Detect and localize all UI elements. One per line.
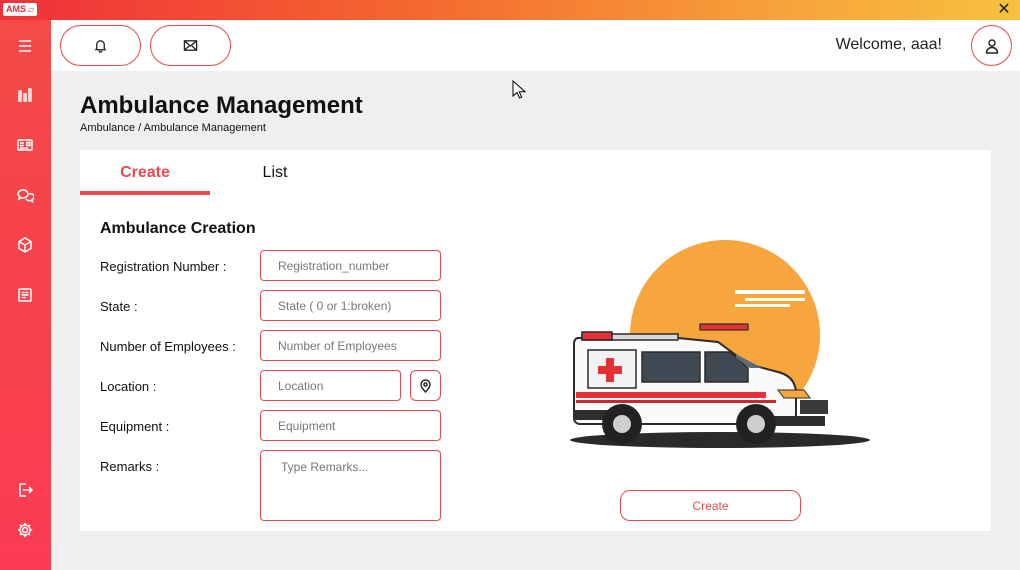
app-logo-text: AMS — [6, 4, 26, 14]
employees-label: Number of Employees : — [100, 339, 236, 354]
sidebar-menu-toggle[interactable] — [13, 34, 37, 58]
registration-label: Registration Number : — [100, 259, 227, 274]
registration-number-input[interactable] — [260, 250, 441, 281]
map-pin-icon — [420, 378, 431, 393]
logo-mark-icon: ▱ — [28, 5, 35, 14]
remarks-label: Remarks : — [100, 459, 160, 474]
welcome-message: Welcome, aaa! — [835, 36, 942, 53]
notifications-button[interactable] — [60, 25, 141, 66]
envelope-icon — [183, 40, 198, 51]
create-ambulance-button[interactable]: Create — [620, 490, 801, 521]
form-title: Ambulance Creation — [100, 220, 256, 237]
document-icon — [18, 288, 32, 302]
user-icon — [985, 38, 998, 54]
bell-icon — [94, 40, 107, 53]
settings-button[interactable] — [13, 518, 37, 542]
sidebar — [0, 20, 51, 570]
title-bar: AMS ▱ ✕ — [0, 0, 1020, 20]
equipment-label: Equipment : — [100, 419, 170, 434]
sidebar-item-cards[interactable] — [13, 133, 37, 157]
messages-button[interactable] — [150, 25, 231, 66]
location-input[interactable] — [260, 370, 401, 401]
breadcrumb: Ambulance / Ambulance Management — [80, 122, 266, 134]
top-header: Welcome, aaa! — [51, 20, 1020, 71]
remarks-textarea[interactable] — [260, 450, 441, 521]
state-label: State : — [100, 299, 138, 314]
ambulance-illustration — [570, 240, 870, 455]
sidebar-item-messages[interactable] — [13, 183, 37, 207]
chat-bubbles-icon — [17, 189, 34, 204]
state-input[interactable] — [260, 290, 441, 321]
close-window-button[interactable]: ✕ — [995, 1, 1013, 19]
equipment-input[interactable] — [260, 410, 441, 441]
sidebar-item-dashboard[interactable] — [13, 83, 37, 107]
mouse-cursor-icon — [512, 80, 526, 99]
logout-button[interactable] — [13, 478, 37, 502]
bar-chart-icon — [18, 88, 32, 102]
page-title: Ambulance Management — [80, 92, 363, 119]
tab-list[interactable]: List — [210, 150, 340, 195]
hamburger-menu-icon — [19, 40, 31, 52]
cube-icon — [18, 237, 32, 253]
logout-icon — [19, 483, 34, 497]
pick-location-button[interactable] — [410, 370, 441, 401]
ambulance-form-card: Create List Ambulance Creation Registrat… — [80, 150, 991, 531]
location-label: Location : — [100, 379, 157, 394]
user-profile-button[interactable] — [971, 25, 1012, 66]
sidebar-item-reports[interactable] — [13, 283, 37, 307]
settings-gear-icon — [17, 522, 33, 538]
id-card-icon — [17, 139, 33, 151]
sidebar-item-equipment[interactable] — [13, 233, 37, 257]
number-of-employees-input[interactable] — [260, 330, 441, 361]
tab-create[interactable]: Create — [80, 150, 210, 195]
app-logo: AMS ▱ — [3, 3, 38, 16]
